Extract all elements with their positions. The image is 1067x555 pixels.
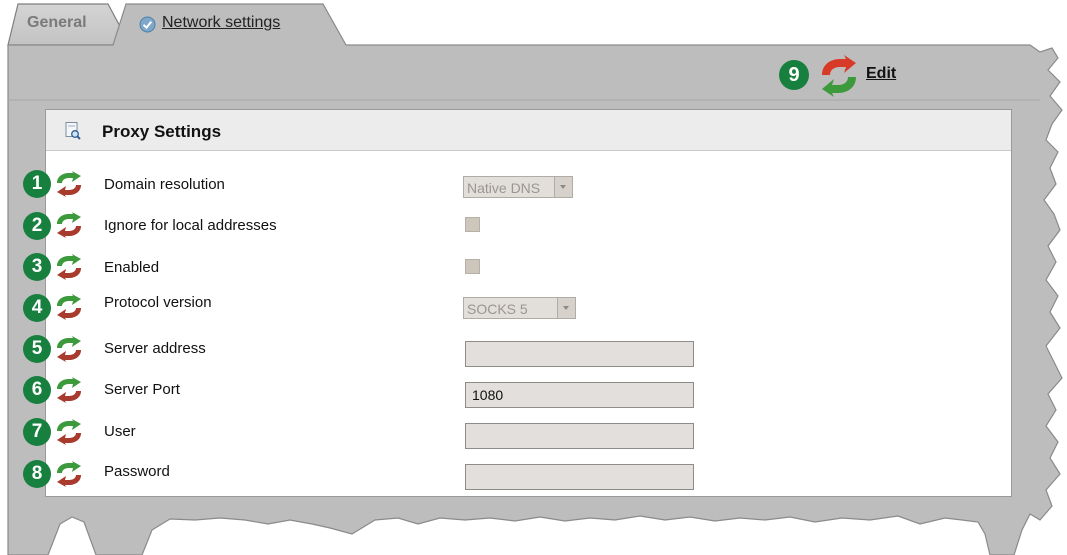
refresh-icon[interactable] (54, 254, 84, 280)
refresh-icon[interactable] (818, 55, 860, 97)
refresh-icon[interactable] (54, 336, 84, 362)
edit-link[interactable]: Edit (866, 65, 896, 83)
protocol-version-select[interactable]: SOCKS 5 (463, 297, 576, 319)
select-value: Native DNS (467, 180, 541, 196)
callout-badge: 8 (23, 460, 51, 488)
callout-badge: 6 (23, 376, 51, 404)
tab-general[interactable]: General (27, 14, 87, 32)
row-label: Server address (104, 340, 206, 357)
row-label: Ignore for local addresses (104, 217, 277, 234)
row-label: Protocol version (104, 294, 212, 311)
enabled-checkbox[interactable] (465, 259, 480, 274)
password-field[interactable] (465, 464, 694, 490)
row-label: Domain resolution (104, 176, 225, 193)
callout-badge: 1 (23, 170, 51, 198)
user-field[interactable] (465, 423, 694, 449)
refresh-icon[interactable] (54, 212, 84, 238)
refresh-icon[interactable] (54, 419, 84, 445)
chevron-down-icon (557, 298, 575, 318)
server-port-field[interactable]: 1080 (465, 382, 694, 408)
refresh-icon[interactable] (54, 377, 84, 403)
callout-badge: 2 (23, 212, 51, 240)
refresh-icon[interactable] (54, 294, 84, 320)
domain-resolution-select[interactable]: Native DNS (463, 176, 573, 198)
chevron-down-icon (554, 177, 572, 197)
callout-badge: 4 (23, 294, 51, 322)
row-label: User (104, 423, 136, 440)
select-value: SOCKS 5 (467, 301, 528, 317)
refresh-icon[interactable] (54, 461, 84, 487)
callout-badge: 3 (23, 253, 51, 281)
search-page-icon (65, 122, 81, 140)
callout-badge: 7 (23, 418, 51, 446)
ignore-local-checkbox[interactable] (465, 217, 480, 232)
check-circle-icon (139, 16, 156, 33)
row-label: Enabled (104, 259, 160, 276)
server-address-field[interactable] (465, 341, 694, 367)
section-title: Proxy Settings (102, 122, 222, 141)
tab-network-settings[interactable]: Network settings (162, 14, 280, 32)
field-value: 1080 (472, 387, 504, 403)
edit-callout-badge: 9 (779, 60, 809, 90)
callout-badge: 5 (23, 335, 51, 363)
row-label: Server Port (104, 381, 180, 398)
refresh-icon[interactable] (54, 171, 84, 197)
row-label: Password (104, 463, 170, 480)
